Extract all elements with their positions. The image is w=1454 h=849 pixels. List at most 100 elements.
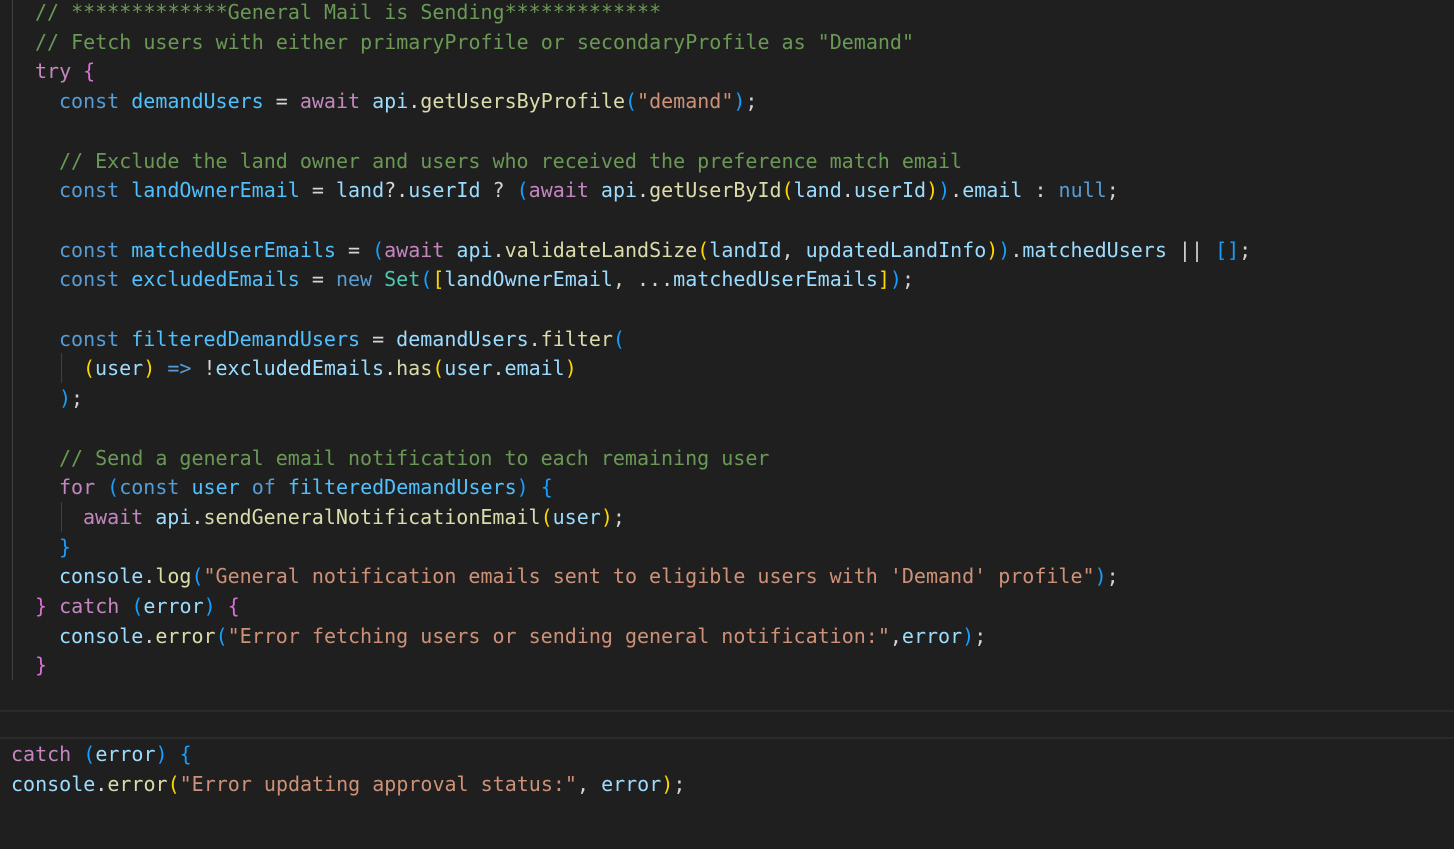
code-token: api (456, 237, 493, 262)
code-token: filteredDemandUsers (287, 475, 517, 500)
code-token: console (11, 771, 96, 796)
code-token: // Exclude the land owner and users who … (59, 148, 963, 173)
code-token: "Error fetching users or sending general… (227, 623, 890, 648)
code-token: . (492, 237, 505, 262)
code-token: updatedLandInfo (805, 237, 987, 262)
code-token: // Fetch users with either primaryProfil… (35, 29, 914, 54)
code-token: excludedEmails (215, 356, 385, 381)
code-token: { (179, 742, 192, 766)
code-line[interactable]: ); (59, 383, 83, 413)
code-line[interactable]: catch (error) { (11, 739, 192, 769)
code-token: const (59, 178, 120, 203)
code-token: [ (432, 267, 445, 292)
code-line[interactable]: const demandUsers = await api.getUsersBy… (59, 86, 757, 116)
code-line[interactable]: for (const user of filteredDemandUsers) … (59, 472, 553, 502)
code-line[interactable]: (user) => !excludedEmails.has(user.email… (83, 353, 577, 383)
code-token: . (143, 623, 156, 648)
code-token: ) (143, 356, 156, 381)
code-token: { (227, 594, 240, 618)
code-token: . (637, 178, 650, 203)
code-token: await (528, 178, 589, 203)
code-token: . (492, 356, 505, 381)
code-token: ( (697, 237, 710, 262)
code-token: ) (889, 267, 902, 292)
code-token: const (59, 89, 120, 114)
code-line[interactable]: } (59, 532, 71, 562)
code-token: null (1058, 178, 1107, 203)
code-token: matchedUserEmails (131, 237, 336, 262)
code-token: = (360, 326, 397, 351)
code-token: ) (938, 178, 951, 203)
code-token: "demand" (637, 89, 734, 114)
code-token: . (1010, 237, 1023, 262)
code-token: ; (901, 267, 914, 292)
code-token: try (35, 59, 72, 84)
code-line[interactable]: } catch (error) { (35, 591, 240, 621)
code-token: ] (877, 267, 890, 292)
code-token: error (901, 623, 963, 648)
code-line[interactable]: try { (35, 56, 95, 86)
code-line[interactable]: } (35, 650, 47, 680)
code-token: . (191, 504, 204, 529)
code-token: matchedUserEmails (673, 267, 878, 292)
code-line[interactable]: console.error("Error updating approval s… (11, 769, 685, 799)
code-token: userId (853, 178, 927, 203)
code-token: api (600, 178, 638, 203)
code-line[interactable]: await api.sendGeneralNotificationEmail(u… (83, 502, 625, 532)
code-token: const (59, 326, 120, 351)
code-token: , (889, 623, 902, 648)
code-token: ; (1106, 564, 1119, 589)
code-token: ; (673, 771, 686, 796)
code-token: ; (71, 386, 84, 411)
code-token: "Error updating approval status:" (179, 771, 577, 796)
code-line[interactable]: // Send a general email notification to … (59, 443, 769, 473)
code-token: ; (1106, 178, 1119, 203)
code-token: Set (384, 267, 421, 292)
code-token: catch (11, 742, 72, 766)
code-token: = (299, 178, 336, 203)
code-token: ) (155, 742, 168, 766)
code-token: userId (408, 178, 481, 203)
code-token: ( (83, 356, 96, 381)
code-token: api (155, 504, 192, 529)
code-token: { (540, 475, 553, 500)
code-token: ; (745, 89, 758, 114)
code-token: sendGeneralNotificationEmail (203, 504, 541, 529)
code-line[interactable]: console.log("General notification emails… (59, 561, 1119, 591)
code-token: landId (709, 237, 782, 262)
code-token: catch (59, 594, 120, 618)
code-line[interactable]: const excludedEmails = new Set([landOwne… (59, 264, 914, 294)
code-token: land (335, 178, 385, 203)
code-line[interactable]: const matchedUserEmails = (await api.val… (59, 235, 1251, 265)
code-token: error (155, 623, 216, 648)
code-line[interactable]: const filteredDemandUsers = demandUsers.… (59, 324, 625, 354)
code-token: ( (83, 742, 96, 766)
code-line[interactable]: // *************General Mail is Sending*… (35, 0, 661, 27)
code-token: . (384, 356, 397, 381)
code-token: . (528, 326, 541, 351)
code-token: landOwnerEmail (131, 178, 300, 203)
code-token: ) (1094, 564, 1107, 589)
code-token: ( (624, 89, 638, 114)
code-token: console (59, 564, 144, 589)
code-token: [] (1215, 237, 1240, 262)
code-token: demandUsers (396, 326, 529, 351)
code-token: filter (540, 326, 613, 351)
code-line[interactable]: // Fetch users with either primaryProfil… (35, 27, 914, 57)
code-line[interactable]: const landOwnerEmail = land?.userId ? (a… (59, 175, 1119, 205)
code-token: = (299, 267, 336, 292)
code-line[interactable]: // Exclude the land owner and users who … (59, 146, 962, 176)
code-token: ( (781, 178, 794, 203)
code-token: . (143, 564, 156, 589)
code-token: => (167, 356, 192, 381)
code-line[interactable]: console.error("Error fetching users or s… (59, 621, 986, 651)
